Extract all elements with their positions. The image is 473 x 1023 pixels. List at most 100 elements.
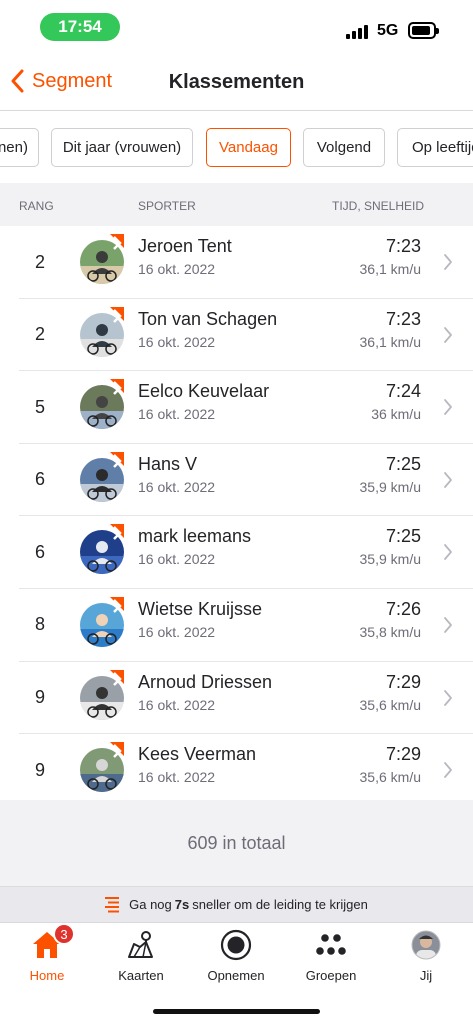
athlete-name: Eelco Keuvelaar: [138, 381, 270, 402]
tab-maps-label: Kaarten: [118, 968, 164, 983]
battery-icon: [408, 22, 439, 39]
effort-date: 16 okt. 2022: [138, 478, 216, 495]
row-rank: 8: [34, 614, 45, 635]
filter-chip-this-year-women[interactable]: Dit jaar (vrouwen): [51, 128, 193, 167]
strava-chevron-badge-icon: [110, 596, 124, 613]
strava-chevron-badge-icon: [110, 669, 124, 686]
strava-chevron-badge-icon: [110, 234, 124, 250]
chevron-right-icon: [444, 471, 452, 488]
home-indicator: [153, 1009, 320, 1014]
effort-speed: 36,1 km/u: [359, 333, 421, 350]
profile-avatar: [410, 929, 442, 961]
leaderboard-icon: [105, 896, 120, 912]
effort-date: 16 okt. 2022: [138, 333, 216, 350]
effort-date: 16 okt. 2022: [138, 769, 216, 786]
chevron-right-icon: [444, 399, 452, 416]
athlete-name: Jeroen Tent: [138, 236, 232, 256]
chevron-right-icon: [444, 689, 452, 706]
effort-time: 7:23: [385, 236, 421, 256]
leaderboard-row[interactable]: 6 mark leemans 16 okt. 2022 7:25 35,9 km…: [0, 516, 473, 589]
effort-date: 16 okt. 2022: [138, 406, 216, 423]
tab-groups-label: Groepen: [305, 968, 357, 983]
athlete-name: mark leemans: [138, 526, 252, 547]
effort-time: 7:29: [385, 744, 421, 765]
strava-chevron-badge-icon: [110, 524, 124, 541]
nav-bar: Segment Klassementen: [0, 54, 473, 111]
effort-time: 7:25: [385, 453, 421, 474]
chevron-right-icon: [444, 254, 452, 270]
status-time: 17:54: [40, 13, 120, 41]
row-rank: 9: [34, 687, 45, 708]
chevron-right-icon: [444, 544, 452, 561]
tab-record[interactable]: Opnemen: [189, 929, 283, 983]
chevron-right-icon: [444, 617, 452, 633]
athlete-name: Hans V: [138, 453, 198, 474]
filter-chip-women[interactable]: nen): [0, 128, 39, 167]
row-rank: 2: [34, 251, 45, 272]
chevron-right-icon: [444, 326, 452, 343]
total-count: 609 in totaal: [0, 800, 473, 886]
tab-home[interactable]: 3 Home: [0, 923, 94, 983]
effort-date: 16 okt. 2022: [138, 696, 216, 713]
athlete-name: Kees Veerman: [138, 744, 257, 765]
tab-maps[interactable]: Kaarten: [94, 929, 188, 983]
leaderboard-row[interactable]: 9 Kees Veerman 16 okt. 2022 7:29 35,6 km…: [0, 734, 473, 807]
hint-seconds: 7s: [174, 897, 190, 912]
tab-bar: 3 Home Kaarten Opnemen Groepen Jij: [0, 922, 473, 1023]
leaderboard-row[interactable]: 2 Ton van Schagen 16 okt. 2022 7:23 36,1…: [0, 299, 473, 372]
effort-speed: 35,6 km/u: [359, 696, 421, 713]
filter-chip-today[interactable]: Vandaag: [206, 128, 291, 167]
groups-icon: [315, 929, 347, 961]
table-header: RANG SPORTER TIJD, SNELHEID: [0, 183, 473, 226]
row-rank: 2: [34, 324, 45, 345]
effort-speed: 36 km/u: [371, 406, 421, 423]
tab-record-label: Opnemen: [207, 968, 265, 983]
leaderboard-row[interactable]: 5 Eelco Keuvelaar 16 okt. 2022 7:24 36 k…: [0, 371, 473, 444]
filter-bar: nen) Dit jaar (vrouwen) Vandaag Volgend …: [0, 111, 473, 183]
strava-chevron-badge-icon: [110, 379, 124, 396]
tab-you[interactable]: Jij: [379, 929, 473, 983]
header-athlete: SPORTER: [138, 199, 196, 213]
record-icon: [220, 929, 252, 961]
leaderboard-row[interactable]: 8 Wietse Kruijsse 16 okt. 2022 7:26 35,8…: [0, 589, 473, 662]
strava-chevron-badge-icon: [110, 742, 124, 759]
leaderboard-row[interactable]: 9 Arnoud Driessen 16 okt. 2022 7:29 35,6…: [0, 662, 473, 735]
status-bar: 17:54 5G: [0, 0, 473, 54]
row-rank: 6: [34, 469, 45, 490]
map-icon: [125, 929, 157, 961]
leaderboard-row[interactable]: 2 Jeroen Tent 16 okt. 2022 7:23 36,1 km/…: [0, 226, 473, 299]
effort-speed: 35,9 km/u: [359, 478, 421, 495]
tab-home-label: Home: [29, 968, 65, 983]
athlete-name: Ton van Schagen: [138, 308, 278, 329]
hint-prefix: Ga nog: [129, 897, 172, 912]
strava-chevron-badge-icon: [110, 306, 124, 323]
effort-time: 7:29: [385, 671, 421, 692]
athlete-name: Arnoud Driessen: [138, 671, 273, 692]
athlete-name: Wietse Kruijsse: [138, 598, 263, 619]
effort-speed: 36,1 km/u: [359, 261, 421, 277]
effort-time: 7:23: [385, 308, 421, 329]
header-rank: RANG: [19, 199, 54, 213]
tab-groups[interactable]: Groepen: [284, 929, 378, 983]
network-type: 5G: [377, 22, 399, 39]
effort-speed: 35,6 km/u: [359, 769, 421, 786]
effort-date: 16 okt. 2022: [138, 261, 216, 277]
effort-speed: 35,9 km/u: [359, 551, 421, 568]
signal-icon: [346, 23, 370, 39]
page-title: Klassementen: [168, 71, 305, 93]
header-time-speed: TIJD, SNELHEID: [331, 199, 424, 213]
effort-time: 7:24: [385, 381, 421, 402]
effort-time: 7:26: [385, 598, 421, 619]
effort-date: 16 okt. 2022: [138, 623, 216, 640]
strava-chevron-badge-icon: [110, 451, 124, 468]
row-rank: 6: [34, 541, 45, 562]
home-icon: 3: [31, 923, 75, 961]
leaderboard-row[interactable]: 6 Hans V 16 okt. 2022 7:25 35,9 km/u: [0, 444, 473, 517]
effort-speed: 35,8 km/u: [359, 623, 421, 640]
filter-chip-by-age[interactable]: Op leeftijd: [397, 128, 473, 167]
leaderboard-list: 2 Jeroen Tent 16 okt. 2022 7:23 36,1 km/…: [0, 226, 473, 807]
effort-date: 16 okt. 2022: [138, 551, 216, 568]
effort-time: 7:25: [385, 526, 421, 547]
hint-suffix: sneller om de leiding te krijgen: [192, 897, 368, 912]
filter-chip-following[interactable]: Volgend: [303, 128, 385, 167]
